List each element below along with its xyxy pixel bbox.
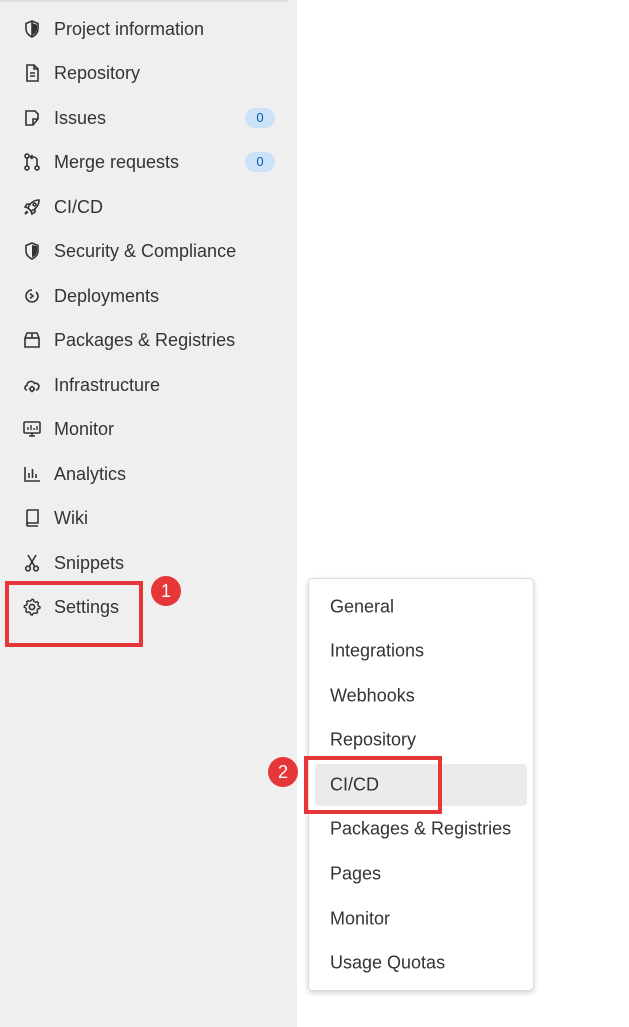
menu-item-label: Monitor: [330, 908, 391, 929]
sidebar-item-project-information[interactable]: Project information: [0, 9, 297, 49]
sidebar-item-label: Merge requests: [54, 152, 180, 172]
sidebar-item-snippets[interactable]: Snippets: [0, 543, 297, 583]
sidebar-item-ci-cd[interactable]: CI/CD: [0, 187, 297, 227]
scissors-icon: [21, 552, 43, 574]
menu-item-packages-registries[interactable]: Packages & Registries: [315, 808, 527, 850]
sidebar-item-analytics[interactable]: Analytics: [0, 454, 297, 494]
annotation-step-badge: 1: [151, 576, 181, 606]
cloud-gear-icon: [21, 374, 43, 396]
shield-half-icon: [21, 18, 43, 40]
sidebar-item-label: Packages & Registries: [54, 330, 236, 350]
sidebar-item-repository[interactable]: Repository: [0, 53, 297, 93]
sidebar-item-label: Issues: [54, 108, 107, 128]
sidebar-item-label: CI/CD: [54, 197, 103, 217]
sidebar-item-packages-registries[interactable]: Packages & Registries: [0, 320, 297, 360]
annotation-highlight-settings: [5, 581, 143, 647]
sidebar-item-label: Infrastructure: [54, 375, 161, 395]
sidebar-item-label: Project information: [54, 19, 205, 39]
annotation-step-badge: 2: [268, 757, 298, 787]
menu-item-integrations[interactable]: Integrations: [315, 630, 527, 672]
menu-item-label: General: [330, 596, 395, 617]
document-icon: [21, 62, 43, 84]
menu-item-label: Integrations: [330, 640, 425, 661]
merge-request-icon: [21, 151, 43, 173]
sidebar-item-infrastructure[interactable]: Infrastructure: [0, 365, 297, 405]
menu-item-repository[interactable]: Repository: [315, 719, 527, 761]
sidebar-item-wiki[interactable]: Wiki: [0, 498, 297, 538]
annotation-highlight-ci-cd: [304, 756, 442, 814]
menu-item-label: Pages: [330, 863, 382, 884]
package-icon: [21, 329, 43, 351]
sidebar-item-merge-requests[interactable]: Merge requests 0: [0, 142, 297, 182]
left-sidebar: Project information Repository Issues 0 …: [0, 0, 297, 1027]
sidebar-item-label: Security & Compliance: [54, 241, 237, 261]
issues-count-badge: 0: [245, 108, 275, 128]
chart-icon: [21, 463, 43, 485]
menu-item-label: Packages & Registries: [330, 818, 512, 839]
merge-requests-count-badge: 0: [245, 152, 275, 172]
sidebar-item-label: Deployments: [54, 286, 160, 306]
monitor-icon: [21, 418, 43, 440]
rocket-icon: [21, 196, 43, 218]
sidebar-item-security-compliance[interactable]: Security & Compliance: [0, 231, 297, 271]
sidebar-item-issues[interactable]: Issues 0: [0, 98, 297, 138]
menu-item-monitor[interactable]: Monitor: [315, 898, 527, 940]
issues-icon: [21, 107, 43, 129]
menu-item-label: Usage Quotas: [330, 952, 446, 973]
menu-item-usage-quotas[interactable]: Usage Quotas: [315, 942, 527, 984]
menu-item-pages[interactable]: Pages: [315, 853, 527, 895]
deployments-icon: [21, 285, 43, 307]
book-icon: [21, 507, 43, 529]
sidebar-item-label: Snippets: [54, 553, 125, 573]
shield-icon: [21, 240, 43, 262]
sidebar-item-deployments[interactable]: Deployments: [0, 276, 297, 316]
menu-item-label: Webhooks: [330, 685, 415, 706]
sidebar-item-monitor[interactable]: Monitor: [0, 409, 297, 449]
sidebar-divider: [0, 0, 288, 2]
sidebar-item-label: Wiki: [54, 508, 88, 528]
menu-item-general[interactable]: General: [315, 586, 527, 628]
menu-item-label: Repository: [330, 729, 417, 750]
sidebar-item-label: Monitor: [54, 419, 115, 439]
sidebar-item-label: Repository: [54, 63, 141, 83]
sidebar-item-label: Analytics: [54, 464, 127, 484]
menu-item-webhooks[interactable]: Webhooks: [315, 675, 527, 717]
